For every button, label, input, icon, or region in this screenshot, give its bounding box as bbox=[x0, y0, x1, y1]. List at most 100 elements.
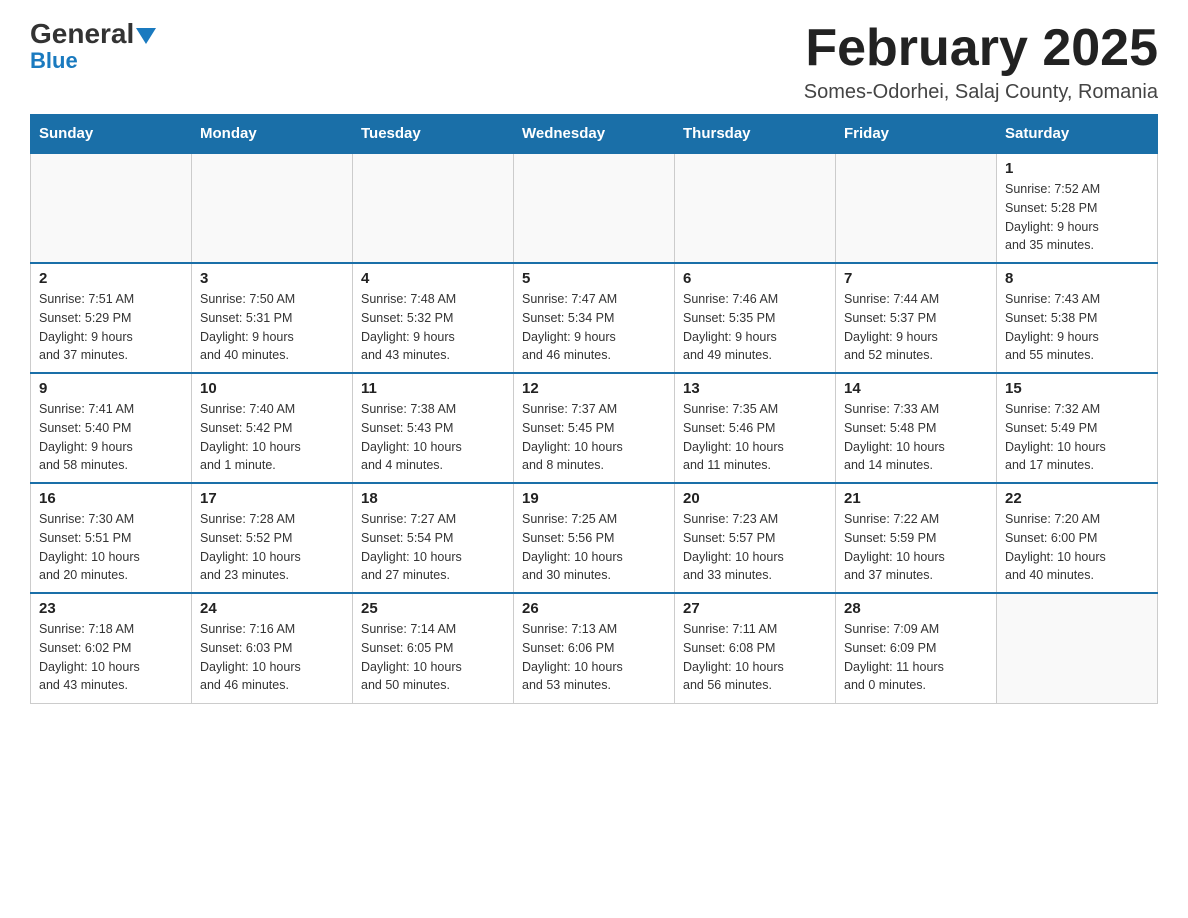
day-info: Sunrise: 7:46 AM Sunset: 5:35 PM Dayligh… bbox=[683, 290, 827, 365]
table-row: 7 Sunrise: 7:44 AM Sunset: 5:37 PM Daylig… bbox=[836, 263, 997, 373]
table-row: 17 Sunrise: 7:28 AM Sunset: 5:52 PM Dayli… bbox=[192, 483, 353, 593]
table-row: 5Sunrise: 7:47 AM Sunset: 5:34 PM Daylig… bbox=[514, 263, 675, 373]
day-info: Sunrise: 7:20 AM Sunset: 6:00 PM Dayligh… bbox=[1005, 510, 1149, 585]
table-row: 2 Sunrise: 7:51 AM Sunset: 5:29 PM Daylig… bbox=[31, 263, 192, 373]
table-row: 12 Sunrise: 7:37 AM Sunset: 5:45 PM Dayli… bbox=[514, 373, 675, 483]
table-row: 4 Sunrise: 7:48 AM Sunset: 5:32 PM Daylig… bbox=[353, 263, 514, 373]
table-row bbox=[192, 153, 353, 263]
day-number: 7 bbox=[844, 270, 988, 287]
calendar-week-row: 1 Sunrise: 7:52 AM Sunset: 5:28 PM Daylig… bbox=[31, 153, 1158, 263]
day-info: Sunrise: 7:35 AM Sunset: 5:46 PM Dayligh… bbox=[683, 400, 827, 475]
day-number: 13 bbox=[683, 380, 827, 397]
month-title: February 2025 bbox=[804, 20, 1158, 77]
day-number: 8 bbox=[1005, 270, 1149, 287]
table-row bbox=[31, 153, 192, 263]
calendar-week-row: 16 Sunrise: 7:30 AM Sunset: 5:51 PM Dayli… bbox=[31, 483, 1158, 593]
day-info: Sunrise: 7:13 AM Sunset: 6:06 PM Dayligh… bbox=[522, 620, 666, 695]
day-number: 12 bbox=[522, 380, 666, 397]
table-row: 1 Sunrise: 7:52 AM Sunset: 5:28 PM Daylig… bbox=[997, 153, 1158, 263]
day-number: 5 bbox=[522, 270, 666, 287]
calendar-week-row: 23 Sunrise: 7:18 AM Sunset: 6:02 PM Dayli… bbox=[31, 593, 1158, 703]
day-number: 16 bbox=[39, 490, 183, 507]
day-info: Sunrise: 7:14 AM Sunset: 6:05 PM Dayligh… bbox=[361, 620, 505, 695]
day-number: 10 bbox=[200, 380, 344, 397]
logo-triangle-icon bbox=[136, 28, 156, 44]
table-row: 20 Sunrise: 7:23 AM Sunset: 5:57 PM Dayli… bbox=[675, 483, 836, 593]
calendar-week-row: 9 Sunrise: 7:41 AM Sunset: 5:40 PM Daylig… bbox=[31, 373, 1158, 483]
day-number: 23 bbox=[39, 600, 183, 617]
day-number: 17 bbox=[200, 490, 344, 507]
day-number: 3 bbox=[200, 270, 344, 287]
table-row: 23 Sunrise: 7:18 AM Sunset: 6:02 PM Dayli… bbox=[31, 593, 192, 703]
table-row bbox=[997, 593, 1158, 703]
day-info: Sunrise: 7:41 AM Sunset: 5:40 PM Dayligh… bbox=[39, 400, 183, 475]
logo-general: General bbox=[30, 20, 156, 48]
day-number: 11 bbox=[361, 380, 505, 397]
header-friday: Friday bbox=[836, 115, 997, 154]
table-row: 22 Sunrise: 7:20 AM Sunset: 6:00 PM Dayli… bbox=[997, 483, 1158, 593]
day-info: Sunrise: 7:30 AM Sunset: 5:51 PM Dayligh… bbox=[39, 510, 183, 585]
logo: General Blue bbox=[30, 20, 156, 74]
day-info: Sunrise: 7:11 AM Sunset: 6:08 PM Dayligh… bbox=[683, 620, 827, 695]
day-info: Sunrise: 7:16 AM Sunset: 6:03 PM Dayligh… bbox=[200, 620, 344, 695]
day-number: 9 bbox=[39, 380, 183, 397]
day-info: Sunrise: 7:44 AM Sunset: 5:37 PM Dayligh… bbox=[844, 290, 988, 365]
table-row: 21 Sunrise: 7:22 AM Sunset: 5:59 PM Dayli… bbox=[836, 483, 997, 593]
day-number: 18 bbox=[361, 490, 505, 507]
day-info: Sunrise: 7:23 AM Sunset: 5:57 PM Dayligh… bbox=[683, 510, 827, 585]
day-info: Sunrise: 7:22 AM Sunset: 5:59 PM Dayligh… bbox=[844, 510, 988, 585]
day-info: Sunrise: 7:37 AM Sunset: 5:45 PM Dayligh… bbox=[522, 400, 666, 475]
day-info: Sunrise: 7:32 AM Sunset: 5:49 PM Dayligh… bbox=[1005, 400, 1149, 475]
table-row: 24 Sunrise: 7:16 AM Sunset: 6:03 PM Dayli… bbox=[192, 593, 353, 703]
table-row: 9 Sunrise: 7:41 AM Sunset: 5:40 PM Daylig… bbox=[31, 373, 192, 483]
day-info: Sunrise: 7:52 AM Sunset: 5:28 PM Dayligh… bbox=[1005, 180, 1149, 255]
table-row: 19Sunrise: 7:25 AM Sunset: 5:56 PM Dayli… bbox=[514, 483, 675, 593]
day-number: 27 bbox=[683, 600, 827, 617]
day-number: 15 bbox=[1005, 380, 1149, 397]
day-number: 25 bbox=[361, 600, 505, 617]
day-number: 20 bbox=[683, 490, 827, 507]
table-row bbox=[514, 153, 675, 263]
day-number: 4 bbox=[361, 270, 505, 287]
header-wednesday: Wednesday bbox=[514, 115, 675, 154]
table-row: 11Sunrise: 7:38 AM Sunset: 5:43 PM Dayli… bbox=[353, 373, 514, 483]
title-area: February 2025 Somes-Odorhei, Salaj Count… bbox=[804, 20, 1158, 104]
day-number: 22 bbox=[1005, 490, 1149, 507]
header-saturday: Saturday bbox=[997, 115, 1158, 154]
table-row bbox=[353, 153, 514, 263]
day-info: Sunrise: 7:09 AM Sunset: 6:09 PM Dayligh… bbox=[844, 620, 988, 695]
day-info: Sunrise: 7:27 AM Sunset: 5:54 PM Dayligh… bbox=[361, 510, 505, 585]
table-row: 16 Sunrise: 7:30 AM Sunset: 5:51 PM Dayli… bbox=[31, 483, 192, 593]
day-number: 21 bbox=[844, 490, 988, 507]
table-row: 3Sunrise: 7:50 AM Sunset: 5:31 PM Daylig… bbox=[192, 263, 353, 373]
table-row: 14Sunrise: 7:33 AM Sunset: 5:48 PM Dayli… bbox=[836, 373, 997, 483]
table-row: 25 Sunrise: 7:14 AM Sunset: 6:05 PM Dayli… bbox=[353, 593, 514, 703]
day-number: 26 bbox=[522, 600, 666, 617]
logo-blue: Blue bbox=[30, 48, 78, 74]
calendar-week-row: 2 Sunrise: 7:51 AM Sunset: 5:29 PM Daylig… bbox=[31, 263, 1158, 373]
day-number: 2 bbox=[39, 270, 183, 287]
day-number: 1 bbox=[1005, 160, 1149, 177]
header-tuesday: Tuesday bbox=[353, 115, 514, 154]
table-row: 10 Sunrise: 7:40 AM Sunset: 5:42 PM Dayli… bbox=[192, 373, 353, 483]
day-number: 24 bbox=[200, 600, 344, 617]
day-number: 6 bbox=[683, 270, 827, 287]
day-info: Sunrise: 7:51 AM Sunset: 5:29 PM Dayligh… bbox=[39, 290, 183, 365]
table-row: 28Sunrise: 7:09 AM Sunset: 6:09 PM Dayli… bbox=[836, 593, 997, 703]
location-subtitle: Somes-Odorhei, Salaj County, Romania bbox=[804, 81, 1158, 104]
page-header: General Blue February 2025 Somes-Odorhei… bbox=[30, 20, 1158, 104]
day-number: 14 bbox=[844, 380, 988, 397]
table-row: 26 Sunrise: 7:13 AM Sunset: 6:06 PM Dayli… bbox=[514, 593, 675, 703]
day-info: Sunrise: 7:18 AM Sunset: 6:02 PM Dayligh… bbox=[39, 620, 183, 695]
day-info: Sunrise: 7:43 AM Sunset: 5:38 PM Dayligh… bbox=[1005, 290, 1149, 365]
table-row: 13 Sunrise: 7:35 AM Sunset: 5:46 PM Dayli… bbox=[675, 373, 836, 483]
day-number: 19 bbox=[522, 490, 666, 507]
calendar-table: Sunday Monday Tuesday Wednesday Thursday… bbox=[30, 114, 1158, 704]
day-info: Sunrise: 7:40 AM Sunset: 5:42 PM Dayligh… bbox=[200, 400, 344, 475]
calendar-header-row: Sunday Monday Tuesday Wednesday Thursday… bbox=[31, 115, 1158, 154]
day-info: Sunrise: 7:48 AM Sunset: 5:32 PM Dayligh… bbox=[361, 290, 505, 365]
table-row: 6 Sunrise: 7:46 AM Sunset: 5:35 PM Daylig… bbox=[675, 263, 836, 373]
table-row bbox=[836, 153, 997, 263]
day-info: Sunrise: 7:28 AM Sunset: 5:52 PM Dayligh… bbox=[200, 510, 344, 585]
table-row: 27 Sunrise: 7:11 AM Sunset: 6:08 PM Dayli… bbox=[675, 593, 836, 703]
